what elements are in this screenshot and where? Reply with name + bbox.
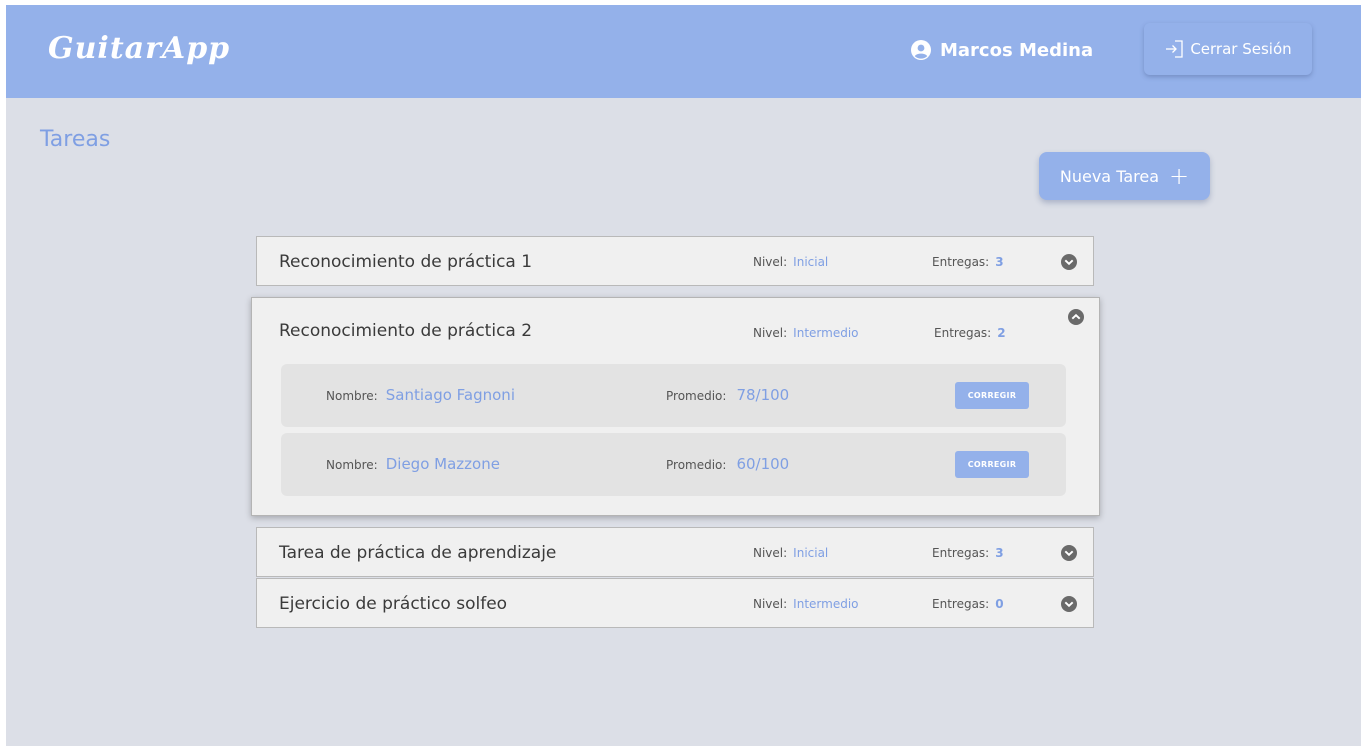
submissions-label: Entregas: bbox=[934, 326, 992, 340]
level-value: Inicial bbox=[793, 546, 829, 560]
submissions-label: Entregas: bbox=[932, 255, 990, 269]
app-logo[interactable]: GuitarApp bbox=[48, 31, 230, 66]
average-label: Promedio: bbox=[666, 458, 727, 472]
submission-average: Promedio: 60/100 bbox=[666, 433, 789, 497]
average-label: Promedio: bbox=[666, 389, 727, 403]
submission-row: Nombre: Santiago Fagnoni Promedio: 78/100 … bbox=[281, 364, 1066, 427]
level-value: Inicial bbox=[793, 255, 829, 269]
submission-name: Nombre: Diego Mazzone bbox=[326, 433, 500, 497]
level-value: Intermedio bbox=[793, 326, 859, 340]
chevron-down-icon[interactable] bbox=[1060, 253, 1078, 271]
task-submissions: Entregas: 2 bbox=[934, 308, 1006, 358]
task-name: Reconocimiento de práctica 1 bbox=[279, 252, 533, 272]
task-row[interactable]: Ejercicio de práctico solfeo Nivel: Inter… bbox=[256, 578, 1094, 628]
student-name: Diego Mazzone bbox=[385, 455, 500, 473]
submission-row: Nombre: Diego Mazzone Promedio: 60/100 COR… bbox=[281, 433, 1066, 496]
plus-icon: + bbox=[1169, 162, 1190, 190]
user-menu[interactable]: Marcos Medina bbox=[911, 38, 1093, 62]
chevron-down-icon[interactable] bbox=[1060, 595, 1078, 613]
level-label: Nivel: bbox=[753, 326, 788, 340]
page-title: Tareas bbox=[40, 127, 111, 152]
average-value: 78/100 bbox=[736, 386, 790, 404]
submissions-count: 2 bbox=[997, 326, 1006, 340]
user-name: Marcos Medina bbox=[940, 39, 1094, 61]
chevron-down-icon[interactable] bbox=[1060, 544, 1078, 562]
user-circle-icon bbox=[911, 40, 931, 60]
grade-button[interactable]: CORREGIR bbox=[955, 451, 1029, 478]
top-navbar: GuitarApp Marcos Medina Cerrar Sesión bbox=[6, 5, 1361, 98]
task-name: Tarea de práctica de aprendizaje bbox=[279, 543, 557, 563]
task-level: Nivel: Intermedio bbox=[753, 579, 859, 629]
task-submissions: Entregas: 3 bbox=[932, 528, 1004, 578]
submission-average: Promedio: 78/100 bbox=[666, 364, 789, 428]
submissions-label: Entregas: bbox=[932, 597, 990, 611]
chevron-up-icon[interactable] bbox=[1067, 308, 1085, 326]
submissions-count: 3 bbox=[995, 546, 1004, 560]
task-submissions: Entregas: 3 bbox=[932, 237, 1004, 287]
name-label: Nombre: bbox=[326, 458, 378, 472]
app-frame: GuitarApp Marcos Medina Cerrar Sesión Ta… bbox=[6, 5, 1361, 746]
level-value: Intermedio bbox=[793, 597, 859, 611]
logout-button[interactable]: Cerrar Sesión bbox=[1144, 23, 1312, 75]
submission-name: Nombre: Santiago Fagnoni bbox=[326, 364, 515, 428]
submissions-count: 3 bbox=[995, 255, 1004, 269]
student-name: Santiago Fagnoni bbox=[385, 386, 515, 404]
task-level: Nivel: Inicial bbox=[753, 237, 828, 287]
level-label: Nivel: bbox=[753, 546, 788, 560]
new-task-label: Nueva Tarea bbox=[1059, 166, 1159, 186]
grade-button[interactable]: CORREGIR bbox=[955, 382, 1029, 409]
logout-icon bbox=[1164, 39, 1184, 59]
submissions-count: 0 bbox=[995, 597, 1004, 611]
level-label: Nivel: bbox=[753, 597, 788, 611]
name-label: Nombre: bbox=[326, 389, 378, 403]
task-row[interactable]: Reconocimiento de práctica 1 Nivel: Inici… bbox=[256, 236, 1094, 286]
new-task-button[interactable]: Nueva Tarea + bbox=[1039, 152, 1210, 200]
task-name: Reconocimiento de práctica 2 bbox=[279, 321, 533, 341]
task-level: Nivel: Inicial bbox=[753, 528, 828, 578]
level-label: Nivel: bbox=[753, 255, 788, 269]
logout-label: Cerrar Sesión bbox=[1190, 40, 1292, 58]
submissions-label: Entregas: bbox=[932, 546, 990, 560]
task-submissions: Entregas: 0 bbox=[932, 579, 1004, 629]
task-name: Ejercicio de práctico solfeo bbox=[279, 594, 508, 614]
task-row-expanded[interactable]: Reconocimiento de práctica 2 Nivel: Inter… bbox=[251, 297, 1100, 516]
task-level: Nivel: Intermedio bbox=[753, 308, 859, 358]
average-value: 60/100 bbox=[736, 455, 790, 473]
task-row[interactable]: Tarea de práctica de aprendizaje Nivel: I… bbox=[256, 527, 1094, 577]
